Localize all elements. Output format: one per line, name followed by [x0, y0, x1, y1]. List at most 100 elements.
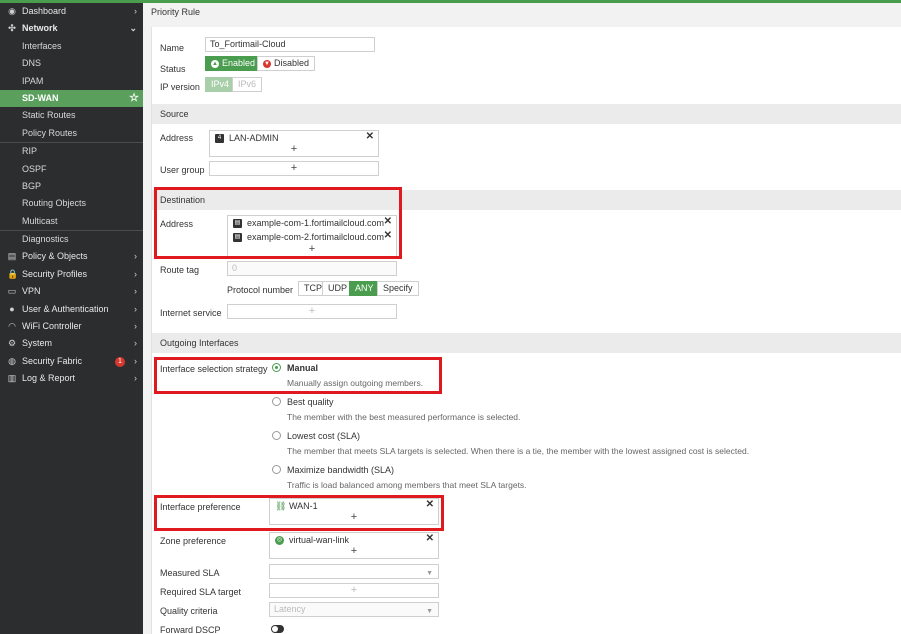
zone-icon: ◎	[275, 536, 284, 546]
chevron-right-icon: ›	[134, 286, 137, 297]
sidebar-item-label: System	[22, 338, 53, 349]
user-group-label: User group	[160, 165, 205, 175]
quality-criteria-value: Latency	[274, 604, 306, 614]
route-tag-input[interactable]: 0	[227, 261, 397, 276]
measured-sla-select[interactable]: ▼	[269, 564, 439, 579]
sidebar-item-policy-objects[interactable]: ▤ Policy & Objects ›	[0, 248, 143, 265]
sidebar-item-routing-objects[interactable]: Routing Objects	[0, 195, 143, 212]
gear-icon: ⚙	[7, 338, 17, 349]
policy-icon: ▤	[7, 251, 17, 262]
add-required-sla-button[interactable]: +	[269, 583, 439, 598]
zone-preference-field[interactable]: ◎ virtual-wan-link ✕ +	[269, 532, 439, 559]
sidebar-item-log-report[interactable]: ▥ Log & Report ›	[0, 370, 143, 387]
chevron-right-icon: ›	[134, 6, 137, 16]
strategy-best-quality-radio[interactable]	[272, 397, 281, 406]
sidebar-item-label: Security Profiles	[22, 268, 88, 279]
sidebar-item-network[interactable]: ✣ Network ⌄	[0, 20, 143, 37]
measured-sla-label: Measured SLA	[160, 568, 220, 578]
strategy-max-bandwidth-desc: Traffic is load balanced among members t…	[287, 480, 527, 490]
sidebar-item-sd-wan[interactable]: SD-WAN ☆	[0, 89, 143, 108]
outgoing-interfaces-section-header: Outgoing Interfaces	[152, 333, 901, 353]
forward-dscp-label: Forward DSCP	[160, 625, 221, 634]
remove-icon[interactable]: ✕	[426, 533, 434, 544]
ipv4-button[interactable]: IPv4	[205, 77, 236, 92]
sidebar-item-vpn[interactable]: ▭ VPN ›	[0, 283, 143, 300]
sidebar-item-system[interactable]: ⚙ System ›	[0, 335, 143, 352]
ip-version-label: IP version	[160, 82, 200, 92]
strategy-max-bandwidth-radio[interactable]	[272, 465, 281, 474]
sidebar-item-user-authentication[interactable]: ● User & Authentication ›	[0, 301, 143, 318]
sidebar-item-interfaces[interactable]: Interfaces	[0, 38, 143, 55]
highlight-interface-preference	[154, 495, 444, 531]
protocol-any-button[interactable]: ANY	[349, 281, 380, 296]
sidebar-item-label: User & Authentication	[22, 303, 109, 314]
arrow-down-icon: ▼	[263, 59, 271, 68]
sidebar-item-multicast[interactable]: Multicast	[0, 213, 143, 230]
sidebar-item-label: Dashboard	[22, 6, 67, 16]
add-user-group-button[interactable]: +	[209, 161, 379, 176]
sidebar-item-bgp[interactable]: BGP	[0, 178, 143, 195]
source-address-field[interactable]: 4 LAN-ADMIN ✕ +	[209, 130, 379, 157]
forward-dscp-toggle[interactable]	[271, 625, 284, 633]
strategy-lowest-cost-radio[interactable]	[272, 431, 281, 440]
sidebar-item-label: Network	[22, 23, 58, 34]
sidebar-item-ipam[interactable]: IPAM	[0, 73, 143, 90]
remove-icon[interactable]: ✕	[366, 131, 374, 142]
add-source-address-button[interactable]: +	[210, 143, 378, 155]
status-label: Status	[160, 64, 186, 74]
sidebar-item-rip[interactable]: RIP	[0, 143, 143, 160]
notification-badge: 1	[115, 356, 125, 367]
lock-icon: 🔒	[7, 268, 19, 279]
highlight-destination	[154, 187, 402, 259]
add-internet-service-button[interactable]: +	[227, 304, 397, 319]
wifi-icon: ◠	[8, 321, 16, 332]
status-disabled-label: Disabled	[274, 58, 310, 68]
sidebar-item-label: SD-WAN	[22, 92, 59, 103]
chevron-down-icon: ⌄	[129, 23, 137, 34]
quality-criteria-label: Quality criteria	[160, 606, 218, 616]
sidebar-item-dashboard[interactable]: ◉ Dashboard ›	[0, 3, 143, 20]
protocol-specify-button[interactable]: Specify	[377, 281, 419, 296]
sidebar-item-security-profiles[interactable]: 🔒 Security Profiles ›	[0, 266, 143, 283]
add-zone-preference-button[interactable]: +	[270, 545, 438, 557]
sidebar-item-static-routes[interactable]: Static Routes	[0, 107, 143, 124]
strategy-best-quality-desc: The member with the best measured perfor…	[287, 412, 521, 422]
star-icon[interactable]: ☆	[129, 90, 139, 107]
strategy-lowest-cost-title: Lowest cost (SLA)	[287, 431, 361, 441]
status-enabled-label: Enabled	[222, 58, 256, 68]
sidebar-item-dns[interactable]: DNS	[0, 55, 143, 72]
sidebar-item-ospf[interactable]: OSPF	[0, 161, 143, 178]
chevron-right-icon: ›	[134, 373, 137, 384]
chevron-down-icon: ▼	[426, 570, 433, 577]
user-icon: ●	[9, 303, 15, 314]
name-label: Name	[160, 43, 185, 53]
chevron-right-icon: ›	[134, 355, 137, 366]
strategy-lowest-cost-desc: The member that meets SLA targets is sel…	[287, 446, 750, 456]
ipv6-button[interactable]: IPv6	[232, 77, 263, 92]
chevron-down-icon: ▼	[426, 608, 433, 615]
quality-criteria-select[interactable]: Latency ▼	[269, 602, 439, 617]
sidebar-item-security-fabric[interactable]: ◍ Security Fabric 1 ›	[0, 353, 143, 370]
network-icon: ✣	[8, 23, 16, 34]
sidebar-item-label: Log & Report	[22, 373, 76, 384]
sidebar-item-diagnostics[interactable]: Diagnostics	[0, 231, 143, 248]
sidebar-item-wifi-controller[interactable]: ◠ WiFi Controller ›	[0, 318, 143, 335]
chevron-right-icon: ›	[134, 303, 137, 314]
source-section-header: Source	[152, 104, 901, 124]
internet-service-label: Internet service	[160, 308, 222, 318]
zone-preference-value: virtual-wan-link	[289, 535, 350, 545]
highlight-strategy	[154, 357, 442, 394]
strategy-max-bandwidth-title: Maximize bandwidth (SLA)	[287, 465, 395, 475]
route-tag-label: Route tag	[160, 265, 200, 275]
monitor-icon: ▭	[7, 286, 17, 297]
zone-preference-label: Zone preference	[160, 536, 227, 546]
fabric-icon: ◍	[8, 355, 16, 366]
required-sla-label: Required SLA target	[160, 587, 242, 597]
protocol-number-label: Protocol number	[227, 285, 294, 295]
arrow-up-icon: ▲	[211, 59, 219, 68]
chevron-right-icon: ›	[134, 268, 137, 279]
status-enabled-button[interactable]: ▲ Enabled	[205, 56, 262, 71]
name-input[interactable]: To_Fortimail-Cloud	[205, 37, 375, 52]
sidebar-item-policy-routes[interactable]: Policy Routes	[0, 125, 143, 142]
status-disabled-button[interactable]: ▼ Disabled	[257, 56, 316, 71]
